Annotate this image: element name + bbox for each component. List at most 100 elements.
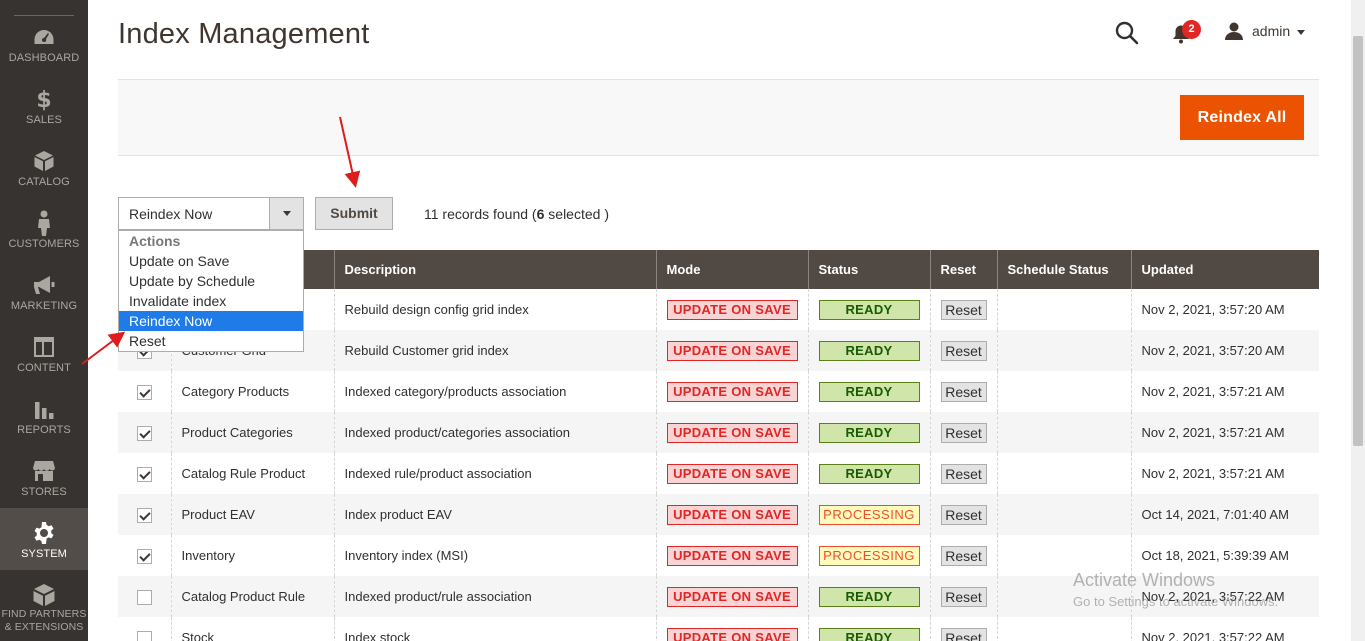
scrollbar-thumb[interactable] — [1353, 36, 1363, 446]
mode-cell: UPDATE ON SAVE — [656, 371, 809, 412]
sidebar-item-marketing[interactable]: MARKETING — [0, 260, 88, 322]
schedule-status-cell — [997, 412, 1132, 453]
table-row[interactable]: Catalog Product Rule Indexed product/rule… — [118, 576, 1319, 617]
status-badge: READY — [818, 586, 920, 607]
description-cell: Index stock — [334, 617, 657, 641]
reset-cell: Reset — [930, 453, 998, 494]
dropdown-option[interactable]: Reindex Now — [119, 311, 303, 331]
reset-cell: Reset — [930, 576, 998, 617]
megaphone-icon — [0, 272, 88, 298]
table-row[interactable]: Category Products Indexed category/produc… — [118, 371, 1319, 412]
reset-button[interactable]: Reset — [940, 381, 987, 402]
row-select-cell — [118, 371, 172, 412]
schedule-status-cell — [997, 617, 1132, 641]
mass-action-dropdown[interactable]: Actions Update on Save Update by Schedule I… — [118, 230, 304, 352]
reset-cell: Reset — [930, 289, 998, 330]
row-checkbox[interactable] — [136, 507, 152, 523]
mass-action-select[interactable]: Reindex Now — [118, 197, 304, 230]
row-checkbox[interactable] — [136, 630, 152, 641]
user-menu[interactable]: admin — [1224, 20, 1306, 42]
sidebar-item-label: STORES — [21, 486, 67, 498]
reset-cell: Reset — [930, 371, 998, 412]
row-checkbox[interactable] — [136, 425, 152, 441]
sidebar-item-customers[interactable]: CUSTOMERS — [0, 198, 88, 260]
schedule-status-cell — [997, 494, 1132, 535]
row-checkbox[interactable] — [136, 384, 152, 400]
table-row[interactable]: Inventory Inventory index (MSI) UPDATE ON … — [118, 535, 1319, 576]
sidebar-item-catalog[interactable]: CATALOG — [0, 136, 88, 198]
dropdown-option[interactable]: Update on Save — [119, 251, 303, 271]
person-icon — [0, 210, 88, 236]
sidebar-item-sales[interactable]: $ SALES — [0, 74, 88, 136]
page-actions-bar — [118, 79, 1319, 156]
status-badge: READY — [818, 422, 920, 443]
column-header-mode[interactable]: Mode — [656, 250, 809, 289]
dropdown-option[interactable]: Update by Schedule — [119, 271, 303, 291]
column-header-status[interactable]: Status — [808, 250, 931, 289]
table-row[interactable]: Product EAV Index product EAV UPDATE ON SA… — [118, 494, 1319, 535]
updated-cell: Nov 2, 2021, 3:57:21 AM — [1131, 371, 1319, 412]
reset-cell: Reset — [930, 412, 998, 453]
sidebar-item-system[interactable]: SYSTEM — [0, 508, 88, 570]
dropdown-option[interactable]: Reset — [119, 331, 303, 351]
mode-badge: UPDATE ON SAVE — [666, 422, 798, 443]
sidebar-item-label: MARKETING — [10, 300, 78, 312]
sidebar-item-stores[interactable]: STORES — [0, 446, 88, 508]
status-badge: READY — [818, 299, 920, 320]
reset-button[interactable]: Reset — [940, 504, 987, 525]
sidebar-item-label: FIND PARTNERS & EXTENSIONS — [1, 608, 87, 633]
table-row[interactable]: Stock Index stock UPDATE ON SAVE READY Reset… — [118, 617, 1319, 641]
status-cell: READY — [808, 371, 931, 412]
status-badge: READY — [818, 340, 920, 361]
chevron-down-icon[interactable] — [269, 198, 303, 229]
reset-button[interactable]: Reset — [940, 299, 987, 320]
mode-cell: UPDATE ON SAVE — [656, 330, 809, 371]
sidebar-item-label: CUSTOMERS — [8, 238, 80, 250]
mode-badge: UPDATE ON SAVE — [666, 504, 798, 525]
description-cell: Indexed product/categories association — [334, 412, 657, 453]
mode-cell: UPDATE ON SAVE — [656, 576, 809, 617]
reset-button[interactable]: Reset — [940, 463, 987, 484]
dashboard-icon — [0, 24, 88, 50]
row-select-cell — [118, 576, 172, 617]
reset-button[interactable]: Reset — [940, 627, 987, 641]
dropdown-option[interactable]: Invalidate index — [119, 291, 303, 311]
schedule-status-cell — [997, 330, 1132, 371]
sidebar-item-content[interactable]: CONTENT — [0, 322, 88, 384]
layout-icon — [0, 334, 88, 360]
sidebar-item-dashboard[interactable]: DASHBOARD — [0, 12, 88, 74]
column-header-description[interactable]: Description — [334, 250, 657, 289]
table-row[interactable]: Product Categories Indexed product/catego… — [118, 412, 1319, 453]
notification-count-badge[interactable]: 2 — [1182, 20, 1201, 39]
row-checkbox[interactable] — [136, 589, 152, 605]
column-header-updated[interactable]: Updated — [1131, 250, 1319, 289]
mode-cell: UPDATE ON SAVE — [656, 535, 809, 576]
reset-button[interactable]: Reset — [940, 422, 987, 443]
table-row[interactable]: Catalog Rule Product Indexed rule/product… — [118, 453, 1319, 494]
row-checkbox[interactable] — [136, 548, 152, 564]
updated-cell: Nov 2, 2021, 3:57:20 AM — [1131, 289, 1319, 330]
gear-icon — [0, 520, 88, 546]
description-cell: Rebuild Customer grid index — [334, 330, 657, 371]
reset-button[interactable]: Reset — [940, 586, 987, 607]
reset-button[interactable]: Reset — [940, 340, 987, 361]
row-checkbox[interactable] — [136, 466, 152, 482]
status-badge: PROCESSING — [818, 504, 920, 525]
description-cell: Indexed product/rule association — [334, 576, 657, 617]
submit-button[interactable]: Submit — [315, 197, 393, 230]
row-select-cell — [118, 535, 172, 576]
status-cell: PROCESSING — [808, 535, 931, 576]
mode-badge: UPDATE ON SAVE — [666, 299, 798, 320]
reindex-all-button[interactable]: Reindex All — [1180, 95, 1304, 140]
indexer-cell: Catalog Product Rule — [171, 576, 335, 617]
page-scrollbar[interactable] — [1351, 0, 1365, 641]
column-header-reset[interactable]: Reset — [930, 250, 998, 289]
reset-cell: Reset — [930, 617, 998, 641]
column-header-schedule-status[interactable]: Schedule Status — [997, 250, 1132, 289]
indexer-cell: Catalog Rule Product — [171, 453, 335, 494]
sidebar-item-reports[interactable]: REPORTS — [0, 384, 88, 446]
search-icon[interactable] — [1114, 20, 1140, 46]
mode-cell: UPDATE ON SAVE — [656, 289, 809, 330]
reset-button[interactable]: Reset — [940, 545, 987, 566]
sidebar-item-find-partners[interactable]: FIND PARTNERS & EXTENSIONS — [0, 570, 88, 633]
